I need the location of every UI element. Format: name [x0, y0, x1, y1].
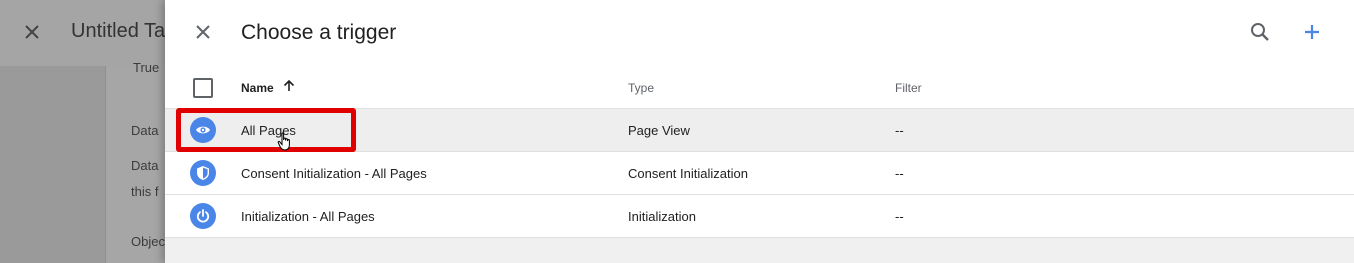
trigger-type: Page View [628, 123, 690, 138]
trigger-filter: -- [895, 123, 904, 138]
trigger-name: Consent Initialization - All Pages [241, 166, 427, 181]
column-header-name[interactable]: Name [241, 81, 274, 95]
power-icon [190, 203, 216, 229]
column-header-filter[interactable]: Filter [895, 81, 922, 95]
search-icon[interactable] [1248, 20, 1272, 44]
close-icon [25, 25, 39, 39]
table-row[interactable]: Initialization - All Pages Initializatio… [165, 195, 1354, 238]
eye-icon [190, 117, 216, 143]
column-header-type[interactable]: Type [628, 81, 654, 95]
trigger-filter: -- [895, 209, 904, 224]
trigger-type: Initialization [628, 209, 696, 224]
shield-icon [190, 160, 216, 186]
background-text: this f [131, 184, 159, 199]
background-text: Data [131, 158, 159, 173]
table-row[interactable]: Consent Initialization - All Pages Conse… [165, 152, 1354, 195]
choose-trigger-panel: Choose a trigger Name Type Filter All Pa… [165, 0, 1354, 263]
panel-title: Choose a trigger [241, 21, 397, 44]
plus-icon[interactable] [1300, 20, 1324, 44]
table-header: Name Type Filter [165, 66, 1354, 109]
close-icon[interactable] [191, 20, 215, 44]
background-text: True [133, 60, 160, 75]
trigger-filter: -- [895, 166, 904, 181]
hand-cursor-icon [277, 132, 290, 151]
trigger-name: Initialization - All Pages [241, 209, 375, 224]
trigger-type: Consent Initialization [628, 166, 748, 181]
panel-header: Choose a trigger [165, 0, 1354, 66]
trigger-table: Name Type Filter All Pages Page View -- [165, 66, 1354, 238]
background-text: Data [131, 123, 159, 138]
arrow-up-icon[interactable] [282, 79, 296, 93]
background-text: Objec [131, 234, 165, 249]
table-row[interactable]: All Pages Page View -- [165, 109, 1354, 152]
background-tag-title: Untitled Ta [71, 20, 166, 42]
select-all-checkbox[interactable] [193, 78, 213, 98]
